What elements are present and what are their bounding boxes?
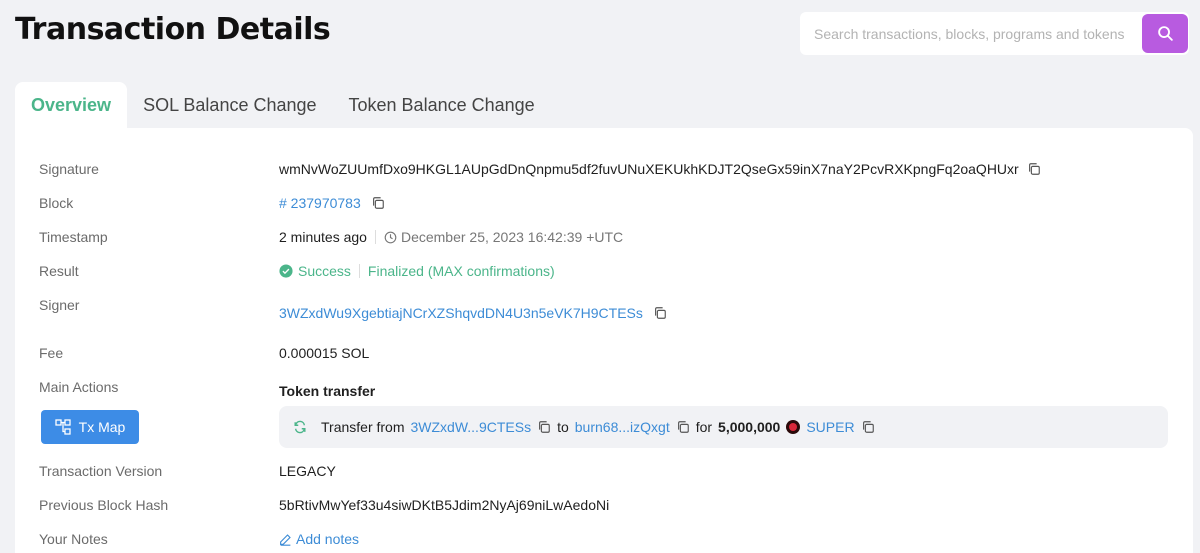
transfer-amount: 5,000,000 (718, 419, 781, 435)
transaction-details-card: Signature wmNvWoZUUmfDxo9HKGL1AUpGdDnQnp… (15, 128, 1193, 553)
tab-token-balance-change[interactable]: Token Balance Change (333, 82, 551, 128)
transfer-prefix: Transfer from (321, 419, 405, 435)
add-notes-label: Add notes (296, 531, 360, 547)
token-transfer-action: Transfer from 3WZxdW...9CTESs to burn68.… (279, 406, 1168, 448)
search-input[interactable] (800, 12, 1142, 55)
divider (374, 230, 376, 244)
tx-map-label: Tx Map (78, 419, 126, 435)
tab-sol-balance-change[interactable]: SOL Balance Change (127, 82, 332, 128)
result-finality: Finalized (MAX confirmations) (367, 263, 555, 279)
tx-map-icon (55, 419, 71, 435)
tab-bar: Overview SOL Balance Change Token Balanc… (15, 82, 551, 128)
version-value: LEGACY (279, 463, 336, 479)
transfer-from-link[interactable]: 3WZxdW...9CTESs (411, 419, 532, 435)
signer-value-wrap: 3WZxdWu9XgebtiajNCrXZShqvdDN4U3n5eVK7H9C… (279, 305, 667, 321)
fee-value: 0.000015 SOL (279, 345, 370, 361)
tab-overview[interactable]: Overview (15, 82, 128, 128)
check-circle-icon (279, 264, 293, 278)
fee-label: Fee (39, 345, 64, 361)
result-value-wrap: Success Finalized (MAX confirmations) (279, 263, 555, 279)
signer-link[interactable]: 3WZxdWu9XgebtiajNCrXZShqvdDN4U3n5eVK7H9C… (279, 305, 643, 321)
tx-map-button[interactable]: Tx Map (41, 410, 139, 444)
refresh-icon (294, 420, 306, 434)
version-label: Transaction Version (39, 463, 163, 479)
edit-icon (280, 533, 291, 546)
notes-label: Your Notes (39, 531, 108, 547)
main-actions-title: Token transfer (279, 383, 376, 399)
prev-hash-label: Previous Block Hash (39, 497, 169, 513)
signature-value-wrap: wmNvWoZUUmfDxo9HKGL1AUpGdDnQnpmu5df2fuvU… (279, 161, 1041, 177)
copy-icon[interactable] (1027, 162, 1041, 176)
signer-label: Signer (39, 297, 80, 313)
prev-hash-value: 5bRtivMwYef33u4siwDKtB5Jdim2NyAj69niLwAe… (279, 497, 610, 513)
main-actions-label: Main Actions (39, 379, 119, 395)
search-bar (800, 12, 1189, 55)
add-notes-link[interactable]: Add notes (279, 531, 359, 547)
signature-value: wmNvWoZUUmfDxo9HKGL1AUpGdDnQnpmu5df2fuvU… (279, 161, 1019, 177)
copy-icon[interactable] (653, 306, 667, 320)
transfer-for-word: for (695, 419, 713, 435)
timestamp-label: Timestamp (39, 229, 108, 245)
token-link[interactable]: SUPER (806, 419, 854, 435)
block-value-wrap: # 237970783 (279, 195, 385, 211)
page-title: Transaction Details (15, 12, 331, 47)
timestamp-absolute: December 25, 2023 16:42:39 +UTC (400, 229, 624, 245)
search-icon (1157, 26, 1173, 41)
transfer-to-word: to (557, 419, 569, 435)
block-link[interactable]: # 237970783 (279, 195, 361, 211)
clock-icon (384, 231, 397, 243)
copy-icon[interactable] (861, 420, 875, 434)
copy-icon[interactable] (371, 196, 385, 210)
block-label: Block (39, 195, 74, 211)
result-label: Result (39, 263, 79, 279)
copy-icon[interactable] (676, 420, 690, 434)
divider (358, 264, 360, 278)
timestamp-relative: 2 minutes ago (279, 229, 367, 245)
search-button[interactable] (1142, 14, 1188, 53)
timestamp-value-wrap: 2 minutes ago December 25, 2023 16:42:39… (279, 229, 623, 245)
token-icon (786, 420, 801, 434)
signature-label: Signature (39, 161, 99, 177)
transfer-to-link[interactable]: burn68...izQxgt (575, 419, 670, 435)
copy-icon[interactable] (537, 420, 551, 434)
result-status: Success (298, 263, 351, 279)
